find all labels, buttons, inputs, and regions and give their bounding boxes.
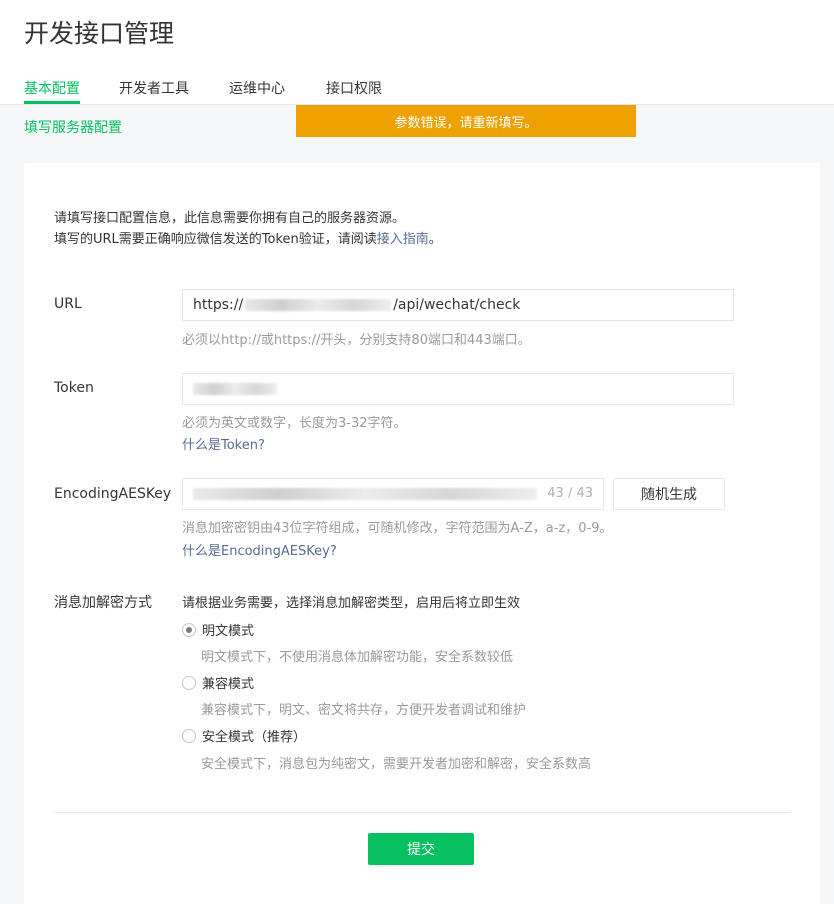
url-redacted-host	[245, 299, 392, 311]
encryption-intro: 请根据业务需要，选择消息加解密类型，启用后将立即生效	[182, 596, 521, 611]
aes-key-hint: 消息加密密钥由43位字符组成，可随机修改，字符范围为A-Z，a-z，0-9。	[182, 521, 613, 536]
aes-key-label: EncodingAESKey	[54, 486, 172, 502]
token-input[interactable]	[182, 373, 734, 405]
url-input[interactable]: https:// /api/wechat/check	[182, 289, 734, 321]
radio-compatible-mode[interactable]: 兼容模式	[182, 673, 254, 692]
what-is-aes-key-link[interactable]: 什么是EncodingAESKey?	[182, 540, 337, 559]
plaintext-mode-label: 明文模式	[202, 624, 255, 639]
token-label: Token	[54, 380, 94, 396]
intro-text: 请填写接口配置信息，此信息需要你拥有自己的服务器资源。 填写的URL需要正确响应…	[54, 208, 442, 250]
what-is-token-link[interactable]: 什么是Token?	[182, 434, 265, 453]
tab-basic-config[interactable]: 基本配置	[24, 78, 80, 98]
server-config-link[interactable]: 填写服务器配置	[24, 117, 122, 137]
url-value-prefix: https://	[193, 297, 244, 313]
form-divider	[54, 812, 790, 813]
url-hint: 必须以http://或https://开头，分别支持80端口和443端口。	[182, 333, 531, 348]
compatible-mode-label: 兼容模式	[202, 677, 255, 692]
token-hint: 必须为英文或数字，长度为3-32字符。	[182, 416, 407, 431]
secure-mode-label: 安全模式（推荐）	[202, 730, 307, 745]
compatible-mode-desc: 兼容模式下，明文、密文将共存，方便开发者调试和维护	[201, 703, 527, 718]
aes-key-input[interactable]: 43 / 43	[182, 478, 604, 510]
tab-developer-tools[interactable]: 开发者工具	[119, 78, 189, 98]
active-tab-indicator	[24, 101, 80, 104]
submit-button[interactable]: 提交	[368, 833, 474, 865]
random-generate-button[interactable]: 随机生成	[613, 478, 725, 510]
radio-secure-mode[interactable]: 安全模式（推荐）	[182, 726, 306, 745]
error-toast: 参数错误，请重新填写。	[296, 105, 636, 137]
secure-mode-desc: 安全模式下，消息包为纯密文，需要开发者加密和解密，安全系数高	[201, 757, 592, 772]
radio-unchecked-icon[interactable]	[182, 728, 196, 743]
url-value-suffix: /api/wechat/check	[393, 297, 521, 313]
tab-ops-center[interactable]: 运维中心	[229, 78, 285, 98]
encryption-mode-label: 消息加解密方式	[54, 595, 152, 611]
radio-checked-icon[interactable]	[182, 622, 196, 637]
plaintext-mode-desc: 明文模式下，不使用消息体加解密功能，安全系数较低	[201, 650, 514, 665]
url-label: URL	[54, 296, 82, 312]
radio-plaintext-mode[interactable]: 明文模式	[182, 620, 254, 639]
token-redacted-value	[193, 383, 277, 395]
aes-key-counter: 43 / 43	[547, 486, 593, 501]
intro-line-2: 填写的URL需要正确响应微信发送的Token验证，请阅读接入指南。	[54, 229, 442, 250]
intro-line-2-suffix: 。	[428, 232, 442, 247]
tab-bar: 基本配置 开发者工具 运维中心 接口权限	[0, 0, 834, 105]
radio-unchecked-icon[interactable]	[182, 675, 196, 690]
tab-api-permissions[interactable]: 接口权限	[326, 78, 382, 98]
aes-key-redacted-value	[193, 488, 537, 500]
intro-line-2-prefix: 填写的URL需要正确响应微信发送的Token验证，请阅读	[54, 232, 377, 247]
intro-line-1: 请填写接口配置信息，此信息需要你拥有自己的服务器资源。	[54, 211, 406, 226]
access-guide-link[interactable]: 接入指南	[377, 232, 429, 247]
